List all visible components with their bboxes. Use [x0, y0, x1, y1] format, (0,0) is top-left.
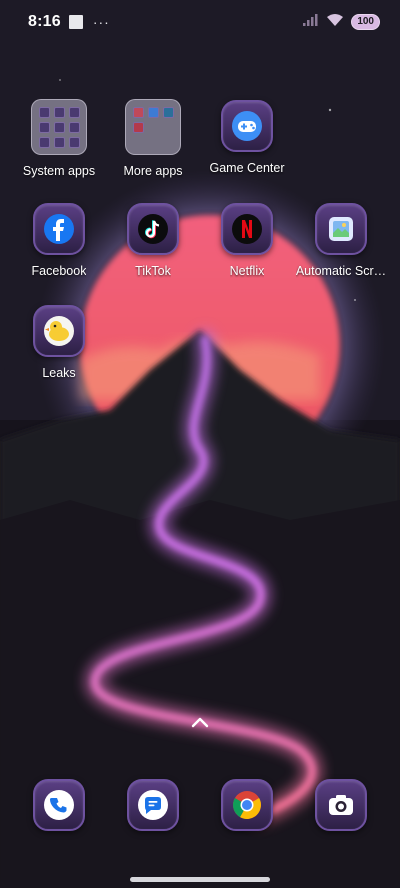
app-netflix[interactable]: Netflix	[197, 203, 297, 278]
app-label: More apps	[123, 164, 183, 178]
notification-square-icon	[68, 15, 83, 29]
chrome-icon	[221, 779, 273, 831]
more-notifications-icon: ···	[92, 14, 110, 30]
app-tiktok[interactable]: TikTok	[103, 203, 203, 278]
app-label: Leaks	[42, 366, 76, 380]
dock-messages[interactable]	[127, 779, 179, 831]
facebook-icon	[33, 203, 85, 255]
home-gesture-bar[interactable]	[130, 877, 270, 882]
app-facebook[interactable]: Facebook	[9, 203, 109, 278]
clock: 8:16	[28, 13, 61, 30]
folder-icon	[31, 99, 87, 155]
automatic-screenshot-icon	[315, 203, 367, 255]
signal-icon	[303, 13, 319, 31]
wifi-icon	[326, 13, 344, 32]
messages-icon	[127, 779, 179, 831]
app-automatic-screenshot[interactable]: Automatic Scr…	[291, 203, 391, 278]
app-drawer-chevron-up-icon[interactable]	[186, 708, 214, 736]
app-label: Facebook	[31, 264, 87, 278]
camera-icon	[315, 779, 367, 831]
phone-icon	[33, 779, 85, 831]
app-label: Automatic Scr…	[295, 264, 387, 278]
tiktok-icon	[127, 203, 179, 255]
status-bar: 8:16 ··· 100	[0, 0, 400, 44]
app-game-center[interactable]: Game Center	[197, 100, 297, 175]
app-label: Netflix	[229, 264, 265, 278]
battery-icon: 100	[351, 14, 380, 30]
app-system-apps[interactable]: System apps	[9, 99, 109, 178]
app-label: System apps	[22, 164, 96, 178]
app-label: Game Center	[209, 161, 285, 175]
app-label: TikTok	[135, 264, 171, 278]
app-leaks[interactable]: Leaks	[9, 305, 109, 380]
dock-phone[interactable]	[33, 779, 85, 831]
game-controller-icon	[221, 100, 273, 152]
app-more-apps[interactable]: More apps	[103, 99, 203, 178]
netflix-icon	[221, 203, 273, 255]
dock-chrome[interactable]	[221, 779, 273, 831]
folder-icon	[125, 99, 181, 155]
dock-camera[interactable]	[315, 779, 367, 831]
duck-icon	[33, 305, 85, 357]
